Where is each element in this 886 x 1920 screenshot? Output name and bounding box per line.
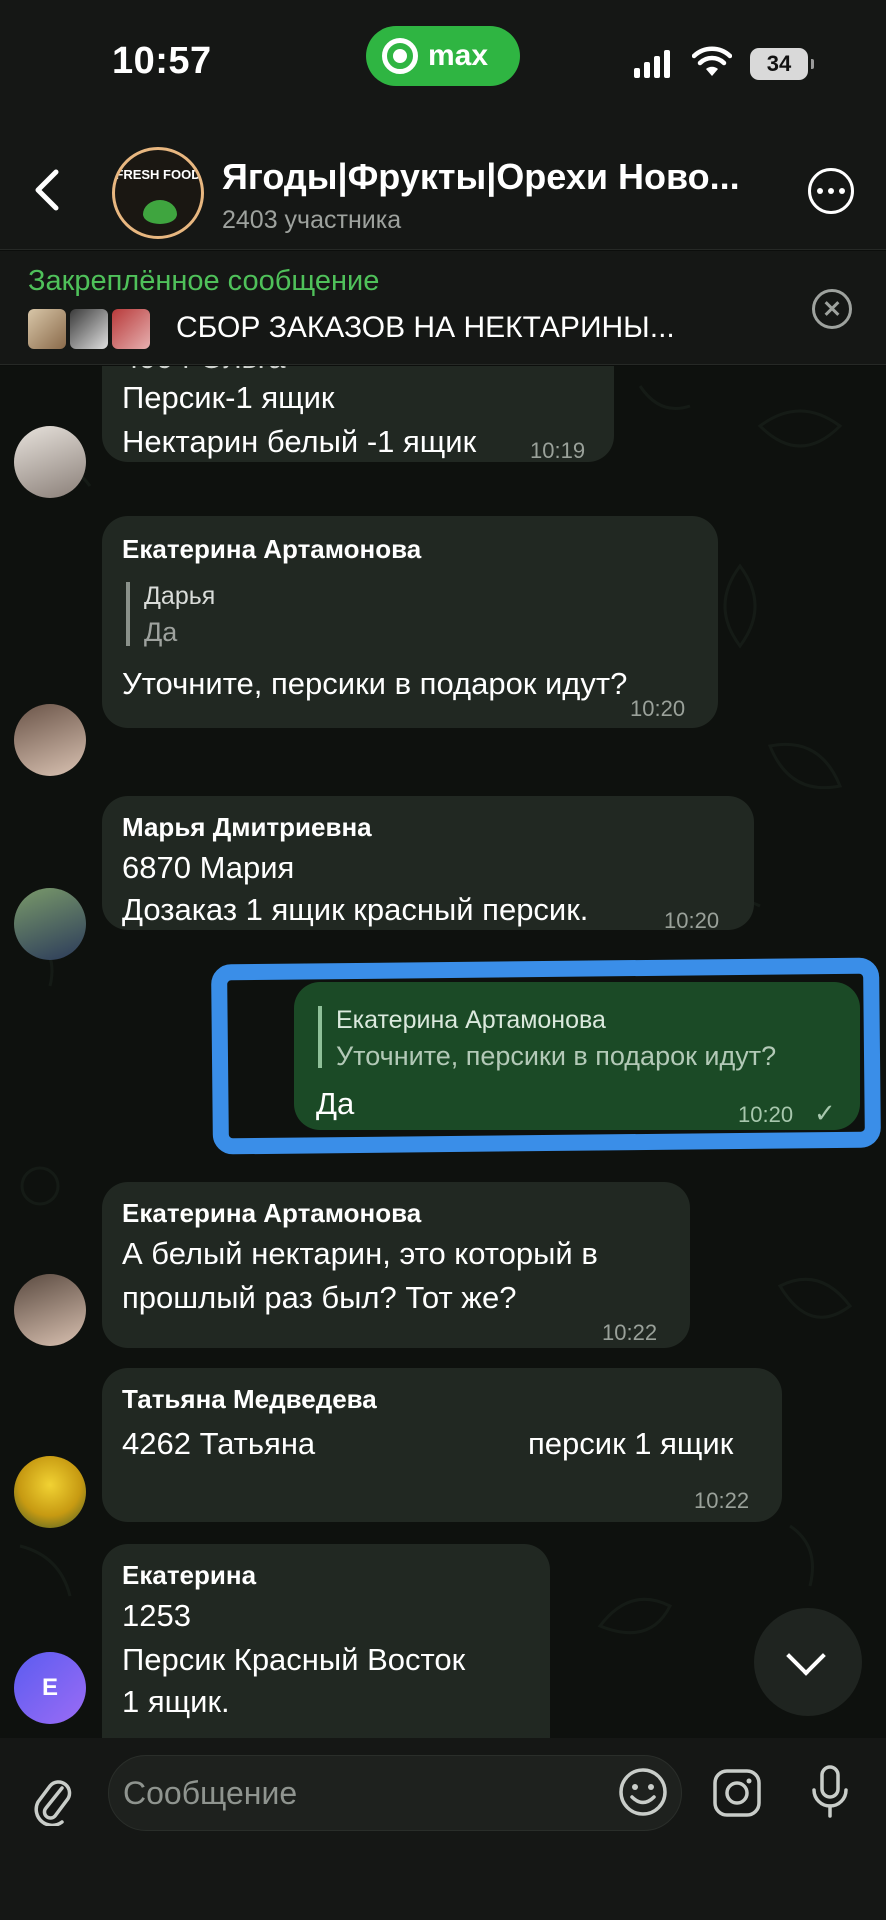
paperclip-icon[interactable] [32, 1774, 72, 1826]
highlight-annotation [211, 957, 881, 1155]
message-line: Нектарин белый -1 ящик [122, 424, 477, 459]
chat-header: FRESH FOOD Ягоды|Фрукты|Орехи Ново... 24… [0, 130, 886, 250]
pinned-video-thumbnail [70, 309, 108, 349]
avatar[interactable] [14, 1274, 86, 1346]
message-bubble[interactable]: Марья Дмитриевна 6870 Мария Дозаказ 1 ящ… [102, 796, 754, 933]
emoji-icon[interactable] [618, 1767, 668, 1817]
message-line: Дозаказ 1 ящик красный персик. [122, 892, 589, 927]
message-time: 10:20 [630, 696, 686, 721]
quote-sender: Дарья [144, 582, 216, 610]
pinned-thumbnail [28, 309, 66, 349]
pinned-thumbnail [112, 309, 150, 349]
pinned-thumbnails [28, 309, 150, 349]
microphone-icon[interactable] [810, 1764, 850, 1820]
avatar[interactable] [14, 1456, 86, 1528]
pinned-text: СБОР ЗАКАЗОВ НА НЕКТАРИНЫ... [176, 311, 675, 344]
sender-name[interactable]: Екатерина Артамонова [122, 534, 421, 565]
close-icon[interactable] [812, 289, 852, 329]
message-line: персик 1 ящик [528, 1426, 734, 1461]
sender-name[interactable]: Марья Дмитриевна [122, 812, 372, 843]
message-line: Персик Красный Восток [122, 1642, 466, 1677]
message-line: 4262 Татьяна [122, 1426, 316, 1461]
back-icon[interactable] [28, 168, 68, 212]
status-time: 10:57 [112, 40, 212, 82]
max-badge-label: max [428, 39, 489, 72]
sender-name[interactable]: Екатерина [122, 1560, 256, 1591]
avatar[interactable] [14, 704, 86, 776]
message-time: 10:22 [602, 1320, 658, 1345]
more-icon[interactable] [808, 168, 854, 214]
message-bubble[interactable]: Татьяна Медведева 4262 Татьяна персик 1 … [102, 1368, 782, 1522]
message-line: 1 ящик. [122, 1684, 230, 1719]
message-time: 10:22 [694, 1488, 750, 1513]
max-app-badge[interactable]: max [366, 26, 520, 86]
camera-icon[interactable] [712, 1768, 762, 1818]
pinned-label: Закреплённое сообщение [28, 265, 380, 297]
message-time: 10:20 [664, 908, 720, 933]
sender-name[interactable]: Екатерина Артамонова [122, 1198, 421, 1229]
message-line: Уточните, персики в подарок идут? [122, 666, 628, 701]
avatar[interactable]: Е [14, 1652, 86, 1724]
message-line: Персик-1 ящик [122, 380, 335, 415]
message-line: А белый нектарин, это который в [122, 1236, 598, 1271]
message-line: 6870 Мария [122, 850, 295, 885]
scroll-to-bottom-button[interactable] [754, 1608, 862, 1716]
message-bubble[interactable]: 4994 Ольга Персик-1 ящик Нектарин белый … [102, 366, 614, 463]
sender-name[interactable]: Татьяна Медведева [122, 1384, 377, 1415]
avatar[interactable] [14, 888, 86, 960]
group-member-count: 2403 участника [222, 206, 402, 234]
cellular-signal-icon [634, 50, 672, 78]
group-avatar[interactable]: FRESH FOOD [112, 147, 204, 239]
pinned-message-bar[interactable]: Закреплённое сообщение СБОР ЗАКАЗОВ НА Н… [0, 251, 886, 365]
message-input-wrapper [108, 1755, 682, 1831]
message-bubble[interactable]: Екатерина 1253 Персик Красный Восток 1 я… [102, 1544, 550, 1738]
message-line: прошлый раз был? Тот же? [122, 1280, 517, 1315]
reply-quote[interactable]: Дарья Да [126, 582, 216, 647]
message-bubble[interactable]: Екатерина Артамонова Дарья Да Уточните, … [102, 516, 718, 728]
message-list[interactable]: 4994 Ольга Персик-1 ящик Нектарин белый … [0, 366, 886, 1738]
max-logo-icon [382, 38, 418, 74]
group-title[interactable]: Ягоды|Фрукты|Орехи Ново... [222, 156, 762, 198]
message-time: 10:19 [530, 438, 586, 463]
message-line: 1253 [122, 1598, 191, 1633]
avatar[interactable] [14, 426, 86, 498]
group-avatar-text: FRESH FOOD [115, 167, 201, 182]
message-composer [0, 1738, 886, 1920]
message-input[interactable] [123, 1756, 603, 1830]
message-bubble[interactable]: Екатерина Артамонова А белый нектарин, э… [102, 1182, 690, 1348]
leaf-icon [143, 200, 177, 224]
message-line: 4994 Ольга [122, 366, 285, 376]
battery-indicator: 34 [750, 48, 814, 80]
wifi-icon [692, 46, 732, 76]
quote-text: Да [144, 617, 178, 647]
status-bar: 10:57 max 34 [0, 0, 886, 130]
